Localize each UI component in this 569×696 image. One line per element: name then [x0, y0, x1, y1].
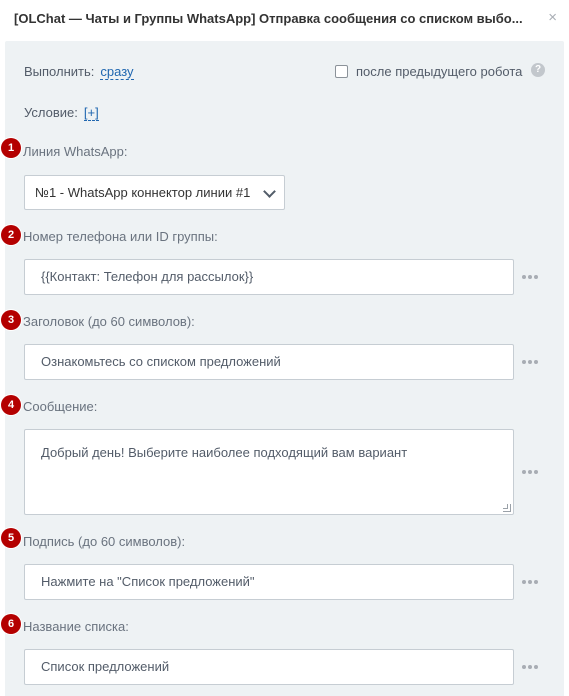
- step-marker: 2: [1, 225, 21, 245]
- step-marker: 1: [1, 138, 21, 158]
- chevron-down-icon: [263, 185, 276, 198]
- execute-label: Выполнить:: [24, 64, 95, 79]
- slider-header: [OLChat — Чаты и Группы WhatsApp] Отправ…: [0, 0, 569, 38]
- help-icon[interactable]: ?: [531, 63, 545, 77]
- whatsapp-line-value: №1 - WhatsApp коннектор линии #1: [35, 185, 251, 200]
- resize-handle[interactable]: [503, 504, 511, 512]
- list-name-input[interactable]: Список предложений: [24, 649, 514, 685]
- field-label-phone: Номер телефона или ID группы:: [23, 229, 218, 244]
- step-marker: 3: [1, 310, 21, 330]
- phone-input[interactable]: {{Контакт: Телефон для рассылок}}: [24, 259, 514, 295]
- more-options-icon[interactable]: [522, 469, 538, 475]
- step-marker: 6: [1, 614, 21, 634]
- field-label-list-name: Название списка:: [23, 619, 129, 634]
- close-icon[interactable]: ×: [548, 10, 557, 26]
- message-text: Добрый день! Выберите наиболее подходящи…: [41, 445, 408, 460]
- condition-row: Условие: [+]: [24, 105, 99, 121]
- more-options-icon[interactable]: [522, 274, 538, 280]
- after-previous-robot-option[interactable]: после предыдущего робота: [335, 64, 522, 79]
- title-input[interactable]: Ознакомьтесь со списком предложений: [24, 344, 514, 380]
- execute-row: Выполнить: сразу: [24, 64, 134, 80]
- step-marker: 4: [1, 395, 21, 415]
- field-label-whatsapp-line: Линия WhatsApp:: [23, 144, 128, 159]
- more-options-icon[interactable]: [522, 664, 538, 670]
- after-previous-robot-checkbox[interactable]: [335, 65, 348, 78]
- add-condition-link[interactable]: [+]: [83, 105, 99, 121]
- more-options-icon[interactable]: [522, 579, 538, 585]
- page-title: [OLChat — Чаты и Группы WhatsApp] Отправ…: [14, 11, 523, 26]
- field-label-message: Сообщение:: [23, 399, 98, 414]
- field-label-title: Заголовок (до 60 символов):: [23, 314, 195, 329]
- step-marker: 5: [1, 528, 21, 548]
- execute-time-link[interactable]: сразу: [100, 64, 134, 80]
- condition-label: Условие:: [24, 105, 78, 120]
- after-previous-robot-label: после предыдущего робота: [356, 64, 523, 79]
- signature-input[interactable]: Нажмите на "Список предложений": [24, 564, 514, 600]
- message-textarea[interactable]: Добрый день! Выберите наиболее подходящи…: [24, 429, 514, 515]
- more-options-icon[interactable]: [522, 359, 538, 365]
- field-label-signature: Подпись (до 60 символов):: [23, 534, 186, 549]
- whatsapp-line-select[interactable]: №1 - WhatsApp коннектор линии #1: [24, 175, 285, 210]
